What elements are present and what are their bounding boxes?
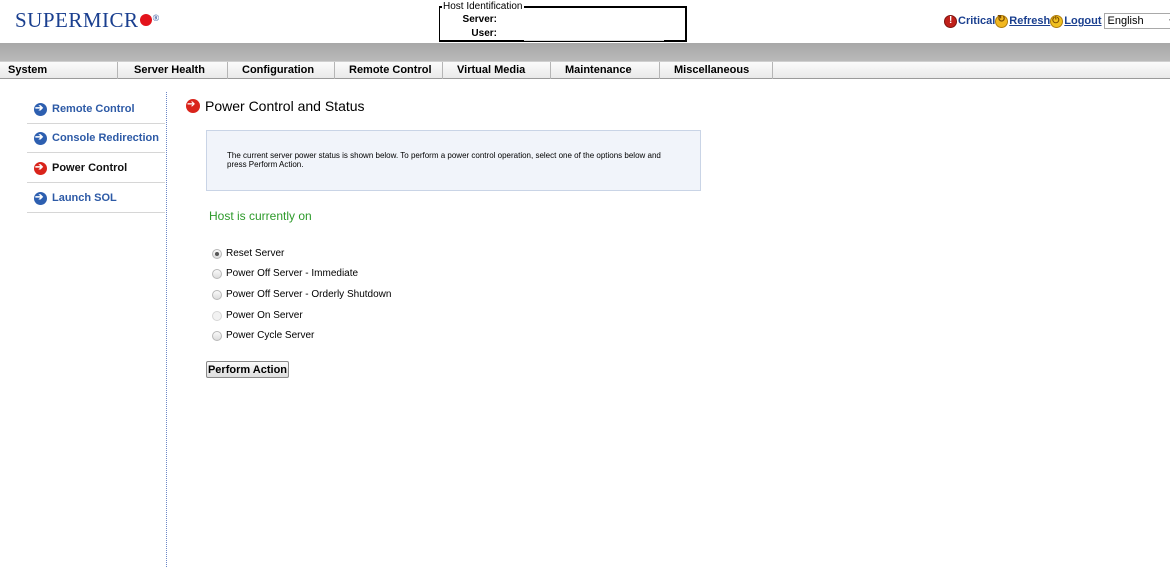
refresh-icon[interactable] (995, 14, 1009, 28)
option-label[interactable]: Reset Server (226, 248, 284, 259)
nav-server-health[interactable]: Server Health (118, 62, 228, 79)
header-gray-band (0, 43, 1170, 61)
option-label[interactable]: Power Cycle Server (226, 330, 314, 341)
option-power-cycle[interactable]: Power Cycle Server (212, 330, 314, 341)
refresh-link[interactable]: Refresh (1009, 15, 1050, 27)
radio-button[interactable] (212, 248, 222, 259)
page-title-text: Power Control and Status (205, 98, 365, 114)
host-identification-box: Host Identification Server: User: (439, 1, 687, 42)
sidebar-item-power-control[interactable]: Power Control (27, 154, 165, 183)
page-title: Power Control and Status (186, 98, 365, 114)
sidebar-item-remote-control[interactable]: Remote Control (27, 95, 165, 124)
sidebar-item-label: Power Control (52, 162, 128, 174)
sidebar-item-label: Remote Control (52, 103, 135, 115)
option-label: Power On Server (226, 310, 303, 321)
logo-text: SUPERMICR (15, 8, 139, 32)
sidebar-item-console-redirection[interactable]: Console Redirection (27, 124, 165, 153)
option-power-off-orderly[interactable]: Power Off Server - Orderly Shutdown (212, 289, 391, 300)
user-value-underline (524, 40, 664, 41)
nav-maintenance[interactable]: Maintenance (551, 62, 660, 79)
main-nav: System Server Health Configuration Remot… (0, 61, 1170, 79)
option-power-on: Power On Server (212, 310, 303, 321)
sidebar-item-label: Launch SOL (52, 192, 117, 204)
logo-red-o (139, 14, 152, 26)
perform-action-button[interactable]: Perform Action (206, 361, 289, 378)
option-power-off-immediate[interactable]: Power Off Server - Immediate (212, 268, 358, 279)
top-links: Critical Refresh Logout English ▼ (944, 13, 1170, 29)
sidebar-item-launch-sol[interactable]: Launch SOL (27, 184, 165, 213)
sidebar-separator (166, 92, 167, 567)
nav-virtual-media[interactable]: Virtual Media (443, 62, 551, 79)
nav-system[interactable]: System (0, 62, 118, 79)
option-label[interactable]: Power Off Server - Immediate (226, 268, 358, 279)
critical-label[interactable]: Critical (958, 15, 995, 27)
logout-icon[interactable] (1050, 14, 1064, 28)
logout-link[interactable]: Logout (1064, 15, 1101, 27)
host-identification-legend: Host Identification (442, 1, 524, 13)
logo-registered-mark: ® (152, 13, 160, 23)
critical-icon[interactable] (944, 14, 957, 28)
language-select[interactable]: English ▼ (1103, 13, 1170, 29)
option-reset-server[interactable]: Reset Server (212, 248, 284, 259)
radio-button[interactable] (212, 268, 222, 279)
arrow-right-icon (186, 98, 200, 113)
host-status-text: Host is currently on (209, 209, 312, 223)
radio-button[interactable] (212, 330, 222, 341)
radio-button[interactable] (212, 289, 222, 300)
nav-miscellaneous[interactable]: Miscellaneous (660, 62, 773, 79)
radio-button (212, 310, 222, 321)
sidebar-item-label: Console Redirection (52, 132, 159, 144)
nav-remote-control[interactable]: Remote Control (335, 62, 443, 79)
server-label: Server: (462, 14, 497, 25)
info-text: The current server power status is shown… (227, 151, 661, 169)
arrow-right-icon (34, 161, 47, 175)
user-label: User: (471, 28, 497, 39)
arrow-right-icon (34, 191, 47, 205)
option-label[interactable]: Power Off Server - Orderly Shutdown (226, 289, 391, 300)
nav-configuration[interactable]: Configuration (228, 62, 335, 79)
language-select-value: English (1107, 15, 1144, 27)
supermicro-logo: SUPERMICR ® (15, 8, 159, 34)
arrow-right-icon (34, 102, 47, 116)
arrow-right-icon (34, 131, 47, 145)
info-box: The current server power status is shown… (206, 130, 701, 191)
